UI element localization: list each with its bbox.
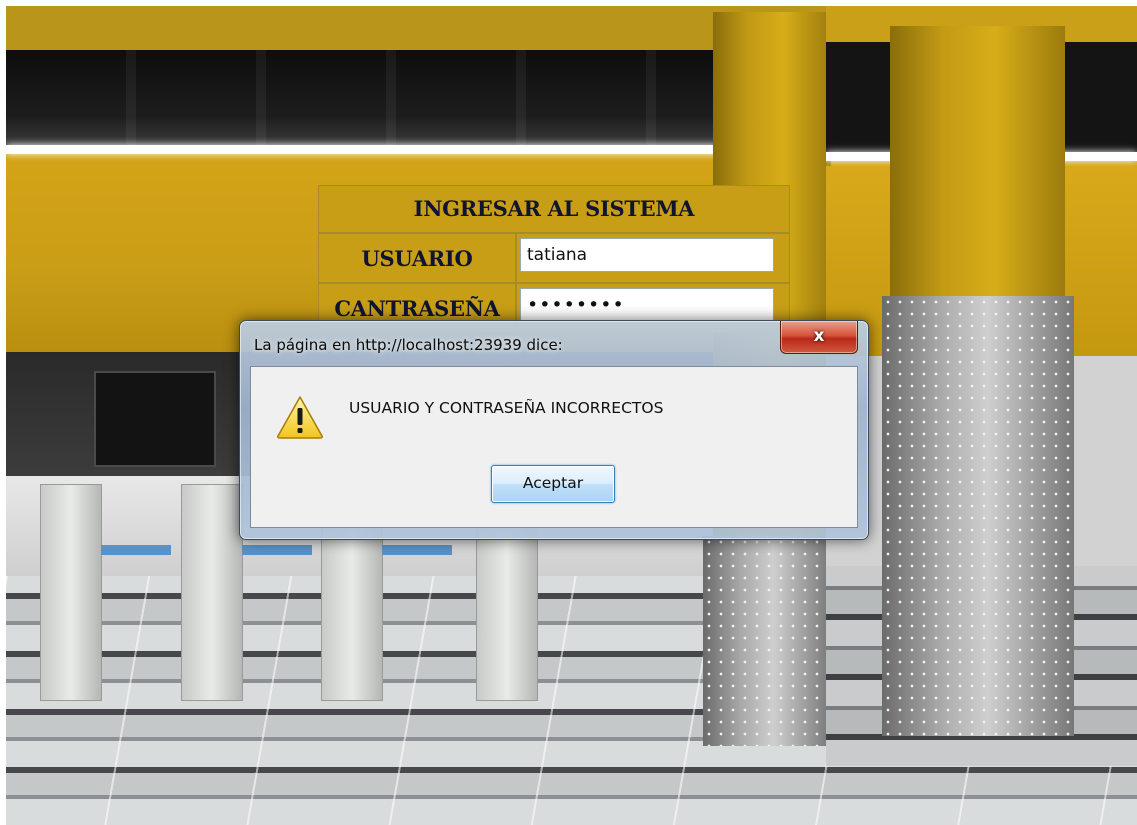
turnstile-gate [40, 484, 171, 701]
dark-window [94, 371, 216, 467]
alert-message: USUARIO Y CONTRASEÑA INCORRECTOS [349, 399, 664, 417]
dialog-title: La página en http://localhost:23939 dice… [254, 336, 563, 354]
close-button[interactable]: x [780, 321, 858, 354]
turnstile-arm [382, 545, 452, 555]
background-photo-right [826, 6, 1137, 766]
username-input[interactable] [520, 238, 774, 272]
warning-icon [277, 396, 323, 439]
login-title: INGRESAR AL SISTEMA [318, 185, 790, 233]
username-cell [516, 233, 790, 283]
alert-dialog: La página en http://localhost:23939 dice… [239, 320, 869, 540]
yellow-pillar [890, 26, 1065, 316]
steel-pillar-base [703, 536, 831, 746]
turnstile-gate [181, 484, 312, 701]
dialog-body: USUARIO Y CONTRASEÑA INCORRECTOS Aceptar [250, 366, 858, 528]
close-icon: x [813, 326, 825, 346]
turnstile-arm [101, 545, 171, 555]
username-row: USUARIO [318, 233, 790, 283]
turnstile-arm [242, 545, 312, 555]
username-label: USUARIO [318, 233, 516, 283]
login-form: INGRESAR AL SISTEMA USUARIO CANTRASEÑA [318, 185, 790, 333]
password-input[interactable] [520, 288, 774, 322]
steel-pillar [882, 296, 1074, 736]
ok-button[interactable]: Aceptar [491, 465, 615, 503]
